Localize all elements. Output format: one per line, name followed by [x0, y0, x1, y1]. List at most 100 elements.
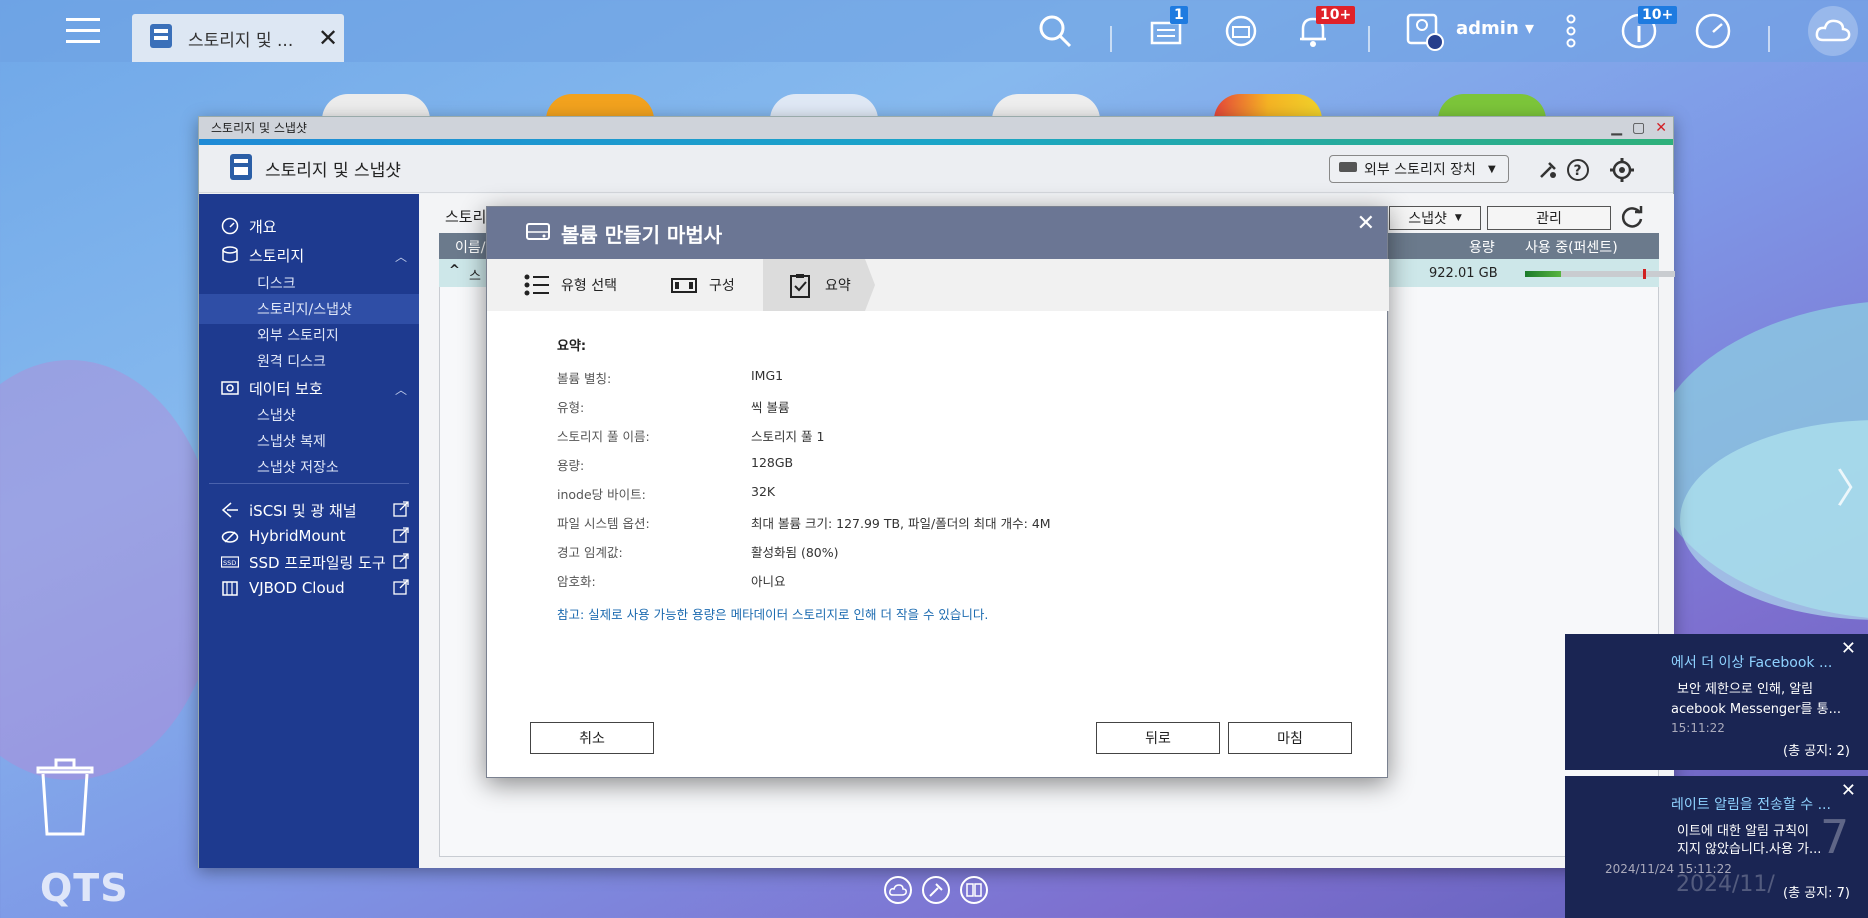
settings-gear-icon[interactable]: [1609, 157, 1635, 183]
background-tasks-icon[interactable]: 1: [1146, 6, 1188, 52]
sidebar-item-overview[interactable]: 개요: [199, 211, 419, 241]
external-storage-dropdown[interactable]: 외부 스토리지 장치 ▼: [1329, 155, 1509, 183]
wizard-steps: 유형 선택 구성 요약: [487, 259, 1389, 311]
close-icon[interactable]: ✕: [1357, 211, 1375, 236]
user-menu[interactable]: admin ▾: [1456, 18, 1534, 39]
info-icon[interactable]: 10+: [1618, 6, 1678, 52]
trash-icon[interactable]: [34, 758, 96, 838]
column-name: 이름/: [455, 240, 486, 256]
summary-key: 용량:: [557, 458, 585, 473]
minimize-icon[interactable]: ▁: [1611, 117, 1622, 139]
more-options-icon[interactable]: [1550, 10, 1592, 52]
close-icon[interactable]: ✕: [1841, 780, 1856, 801]
finish-button[interactable]: 마침: [1228, 722, 1352, 754]
close-icon[interactable]: ✕: [318, 24, 338, 52]
list-icon: [524, 274, 549, 296]
window-title: 스토리지 및 스냅샷: [211, 121, 307, 135]
data-protection-icon: [221, 381, 239, 395]
dropdown-label: 스냅샷: [1408, 211, 1447, 227]
faded-clock-digit: 7: [1820, 810, 1850, 864]
notification-body-line: 보안 제한으로 인해, 알림: [1677, 682, 1814, 697]
button-label: 관리: [1536, 211, 1562, 227]
back-button[interactable]: 뒤로: [1096, 722, 1220, 754]
svg-text:?: ?: [1574, 163, 1582, 179]
summary-row-inode: inode당 바이트: 32K: [557, 484, 1357, 513]
summary-key: 볼륨 별칭:: [557, 371, 612, 386]
notification-card[interactable]: 에서 더 이상 Facebook ... ✕ 보안 제한으로 인해, 알림 ac…: [1565, 634, 1868, 770]
summary-row-threshold: 경고 임계값: 활성화됨 (80%): [557, 542, 1357, 571]
step-summary: 요약: [763, 259, 865, 311]
step-label: 요약: [825, 278, 851, 294]
sidebar-item-snapshot-vault[interactable]: 스냅샷 저장소: [199, 452, 419, 482]
summary-value: 씩 볼륨: [751, 400, 790, 415]
summary-panel: 요약: 볼륨 별칭: IMG1 유형: 씩 볼륨 스토리지 풀 이름: 스토리지 풀 …: [557, 335, 1357, 623]
sidebar-item-storage[interactable]: 스토리지 ︿: [199, 240, 419, 270]
sidebar-item-label: 스냅샷 저장소: [257, 460, 339, 476]
drive-icon: [1338, 160, 1358, 178]
maximize-icon[interactable]: ▢: [1632, 117, 1645, 139]
chevron-up-icon[interactable]: ︿: [395, 248, 407, 265]
notification-time: 15:11:22: [1671, 721, 1725, 735]
sidebar-item-label: 개요: [249, 217, 277, 236]
taskbar: 스토리지 및 ... ✕ 1 10+ admin ▾ 10+: [0, 0, 1868, 62]
sidebar-item-label: 데이터 보호: [249, 379, 323, 398]
user-icon[interactable]: [1404, 10, 1446, 52]
tools-icon[interactable]: [922, 876, 950, 904]
sidebar-item-label: VJBOD Cloud: [249, 579, 345, 597]
snapshot-dropdown[interactable]: 스냅샷 ▼: [1389, 206, 1481, 230]
wizard-header: 볼륨 만들기 마법사 ✕: [487, 207, 1387, 259]
cloud-icon[interactable]: [884, 876, 912, 904]
chevron-right-icon[interactable]: 〉: [1836, 456, 1868, 514]
expand-icon[interactable]: ^: [449, 263, 460, 278]
summary-value: 최대 볼륨 크기: 127.99 TB, 파일/폴더의 최대 개수: 4M: [751, 516, 1051, 531]
main-menu-icon[interactable]: [62, 10, 104, 52]
drive-icon: [525, 220, 551, 246]
sidebar: 개요 스토리지 ︿ 디스크 스토리지/스냅샷 외부 스토리지 원격 디스크 데이…: [199, 194, 419, 868]
external-link-icon[interactable]: [393, 527, 409, 543]
cancel-button[interactable]: 취소: [530, 722, 654, 754]
storage-app-icon: [227, 152, 255, 186]
caret-down-icon: ▼: [1454, 213, 1462, 223]
resource-monitor-icon[interactable]: [1692, 10, 1734, 52]
notification-count: (총 공지: 7): [1783, 886, 1850, 901]
sidebar-item-remote-disk[interactable]: 원격 디스크: [199, 346, 419, 376]
sync-icon[interactable]: [1220, 10, 1262, 52]
refresh-icon[interactable]: [1619, 204, 1645, 234]
app-tab-storage[interactable]: 스토리지 및 ... ✕: [132, 14, 344, 62]
search-icon[interactable]: [1034, 10, 1076, 52]
dropdown-label: 외부 스토리지 장치: [1364, 162, 1476, 178]
notification-title: 에서 더 이상 Facebook ...: [1671, 655, 1833, 671]
step-separator: [865, 259, 875, 311]
tools-icon[interactable]: [1535, 157, 1561, 183]
column-usage: 사용 중(퍼센트): [1525, 240, 1618, 256]
summary-key: 유형:: [557, 400, 585, 415]
book-icon[interactable]: [960, 876, 988, 904]
sidebar-item-vjbod-cloud[interactable]: VJBOD Cloud: [199, 573, 419, 603]
external-link-icon[interactable]: [393, 553, 409, 569]
notifications-badge: 10+: [1316, 6, 1356, 24]
summary-value: 32K: [751, 484, 776, 499]
notification-bell-icon[interactable]: 10+: [1292, 6, 1356, 52]
external-link-icon[interactable]: [393, 579, 409, 595]
step-type-select: 유형 선택: [523, 259, 673, 311]
storage-app-icon: [146, 21, 176, 55]
step-configure: 구성: [671, 259, 763, 311]
external-link-icon[interactable]: [393, 501, 409, 517]
button-label: 취소: [579, 731, 605, 747]
close-icon[interactable]: ✕: [1655, 117, 1667, 139]
summary-row-alias: 볼륨 별칭: IMG1: [557, 368, 1357, 397]
summary-key: 파일 시스템 옵션:: [557, 516, 650, 531]
notification-count: (총 공지: 2): [1783, 744, 1850, 759]
close-icon[interactable]: ✕: [1841, 638, 1856, 659]
cloud-icon[interactable]: [1808, 6, 1858, 56]
chevron-up-icon[interactable]: ︿: [395, 381, 407, 398]
sidebar-item-data-protection[interactable]: 데이터 보호 ︿: [199, 373, 419, 403]
row-capacity: 922.01 GB: [1429, 266, 1498, 281]
summary-row-encryption: 암호화: 아니요: [557, 571, 1357, 600]
page-title: 스토리: [445, 208, 487, 226]
help-icon[interactable]: ?: [1565, 157, 1591, 183]
row-name: 스: [469, 269, 481, 284]
manage-button[interactable]: 관리: [1487, 206, 1611, 230]
sidebar-item-label: 원격 디스크: [257, 354, 326, 370]
sidebar-item-label: 스토리지/스냅샷: [257, 302, 352, 318]
